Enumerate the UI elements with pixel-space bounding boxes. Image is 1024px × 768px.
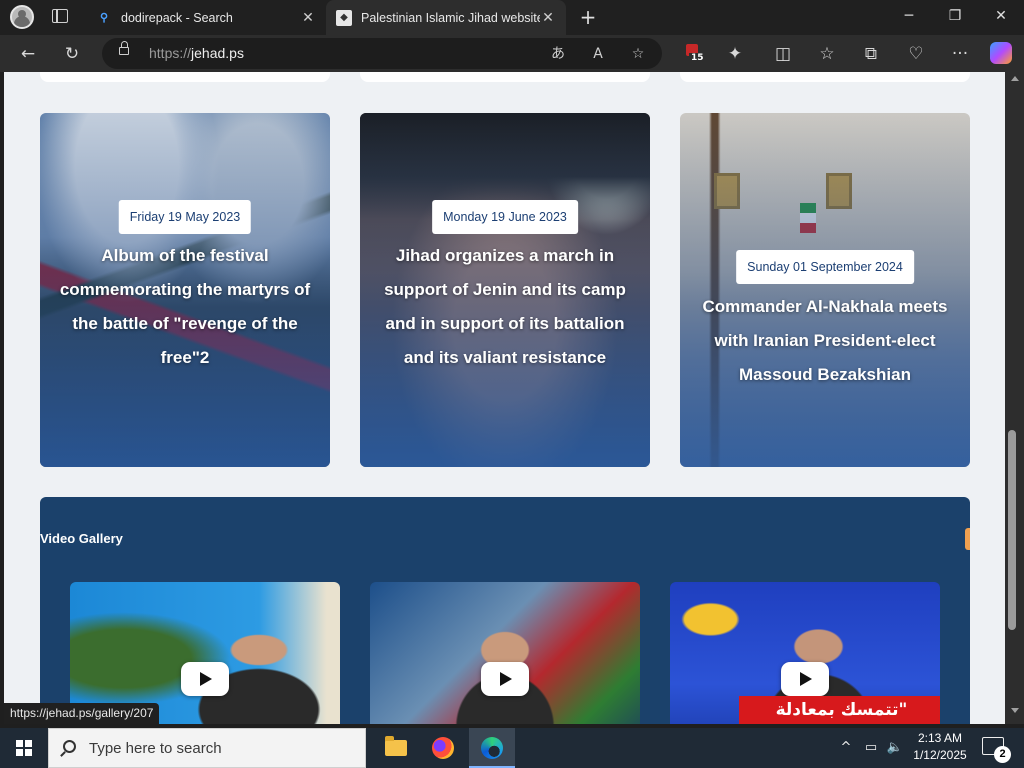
system-clock[interactable]: 2:13 AM 1/12/2025 (908, 730, 972, 764)
video-gallery-heading: Video Gallery (40, 531, 123, 546)
arabic-caption: "تتمسك بمعادلة (739, 696, 940, 724)
previous-card-bottom (40, 72, 330, 82)
file-explorer-icon (385, 736, 407, 756)
translate-icon[interactable]: あ (546, 42, 570, 66)
edge-button[interactable] (469, 728, 515, 768)
address-bar[interactable]: https://jehad.ps あ A ☆ (102, 38, 662, 69)
scroll-down-icon[interactable] (1011, 708, 1019, 713)
profile-avatar[interactable] (10, 5, 34, 29)
date-badge: Sunday 01 September 2024 (736, 250, 914, 284)
tab-strip: ⚲ dodirepack - Search ✕ ◆ Palestinian Is… (0, 0, 1024, 35)
firefox-icon (432, 737, 454, 759)
video-thumbnail (370, 582, 640, 724)
tab-jehad[interactable]: ◆ Palestinian Islamic Jihad website ✕ (326, 0, 566, 35)
taskbar-search-box[interactable]: Type here to search (48, 728, 366, 768)
start-button[interactable] (0, 728, 48, 768)
show-hidden-icons-chevron-icon[interactable]: ^ (836, 728, 856, 768)
close-tab-icon[interactable]: ✕ (540, 9, 556, 26)
play-button-icon[interactable] (181, 662, 229, 696)
favorite-star-icon[interactable]: ☆ (626, 42, 650, 66)
video-card[interactable]: "تتمسك بمعادلة (670, 582, 940, 724)
previous-card-bottom (680, 72, 970, 82)
url-text[interactable]: https://jehad.ps (149, 45, 244, 61)
notification-count-badge: 2 (994, 746, 1011, 763)
clock-date: 1/12/2025 (913, 748, 967, 762)
clock-time: 2:13 AM (917, 731, 963, 745)
scroll-thumb[interactable] (1008, 430, 1016, 630)
url-scheme: https:// (149, 45, 192, 61)
windows-logo-icon (16, 740, 32, 756)
windows-taskbar: Type here to search ^ ▭ 🔈 2:13 AM 1/12/2… (0, 728, 1024, 768)
restore-button[interactable]: ❐ (932, 0, 978, 35)
copilot-icon[interactable] (990, 42, 1012, 64)
new-tab-button[interactable]: + (578, 6, 598, 28)
play-button-icon[interactable] (781, 662, 829, 696)
extension-badge-count: 15 (689, 53, 706, 63)
close-tab-icon[interactable]: ✕ (300, 9, 316, 26)
scroll-up-icon[interactable] (1011, 76, 1019, 81)
minimize-button[interactable]: ─ (886, 0, 932, 35)
news-card[interactable]: Friday 19 May 2023 Album of the festival… (40, 113, 330, 467)
ublock-extension-icon[interactable]: 15 (683, 44, 706, 66)
lock-icon[interactable] (119, 41, 129, 55)
split-screen-icon[interactable]: ◫ (770, 41, 796, 67)
news-card[interactable]: Sunday 01 September 2024 Commander Al-Na… (680, 113, 970, 467)
close-window-button[interactable]: ✕ (978, 0, 1024, 35)
url-host: jehad.ps (191, 45, 244, 61)
collections-icon[interactable]: ⧉ (858, 41, 884, 67)
news-title[interactable]: Commander Al-Nakhala meets with Iranian … (694, 290, 956, 392)
play-button-icon[interactable] (481, 662, 529, 696)
previous-card-bottom (360, 72, 650, 82)
search-icon (63, 740, 76, 753)
tab-search[interactable]: ⚲ dodirepack - Search ✕ (86, 0, 326, 35)
video-card[interactable] (370, 582, 640, 724)
browser-toolbar: ← ↻ https://jehad.ps あ A ☆ ✦ ◫ ☆ ⧉ ♡ ··· (0, 35, 1024, 72)
tab-title: dodirepack - Search (121, 10, 233, 25)
network-icon[interactable]: ▭ (860, 728, 882, 768)
performance-icon[interactable]: ♡ (903, 41, 929, 67)
tab-actions-icon[interactable] (52, 9, 68, 23)
file-explorer-button[interactable] (372, 728, 418, 768)
gallery-nav-tab[interactable] (965, 528, 970, 550)
status-bar-url: https://jehad.ps/gallery/207 (4, 703, 160, 724)
extensions-icon[interactable]: ✦ (722, 41, 748, 67)
back-arrow-icon[interactable]: ← (15, 41, 41, 67)
video-gallery-section: Video Gallery "تتمسك بمعادلة (40, 497, 970, 724)
favorites-icon[interactable]: ☆ (814, 41, 840, 67)
pij-favicon-icon: ◆ (336, 9, 352, 26)
refresh-icon[interactable]: ↻ (59, 41, 85, 67)
search-icon: ⚲ (99, 12, 109, 24)
page-scrollbar[interactable] (1005, 72, 1024, 724)
search-placeholder: Type here to search (89, 740, 222, 757)
news-title[interactable]: Jihad organizes a march in support of Je… (374, 239, 636, 375)
edge-icon (481, 737, 503, 759)
firefox-button[interactable] (420, 728, 466, 768)
more-menu-icon[interactable]: ··· (947, 41, 973, 67)
tab-title: Palestinian Islamic Jihad website (361, 10, 540, 25)
page-viewport: Friday 19 May 2023 Album of the festival… (4, 72, 1005, 724)
volume-icon[interactable]: 🔈 (884, 728, 906, 768)
date-badge: Monday 19 June 2023 (432, 200, 578, 234)
news-card[interactable]: Monday 19 June 2023 Jihad organizes a ma… (360, 113, 650, 467)
read-aloud-icon[interactable]: A (586, 42, 610, 66)
date-badge: Friday 19 May 2023 (118, 200, 252, 234)
news-title[interactable]: Album of the festival commemorating the … (54, 239, 316, 375)
